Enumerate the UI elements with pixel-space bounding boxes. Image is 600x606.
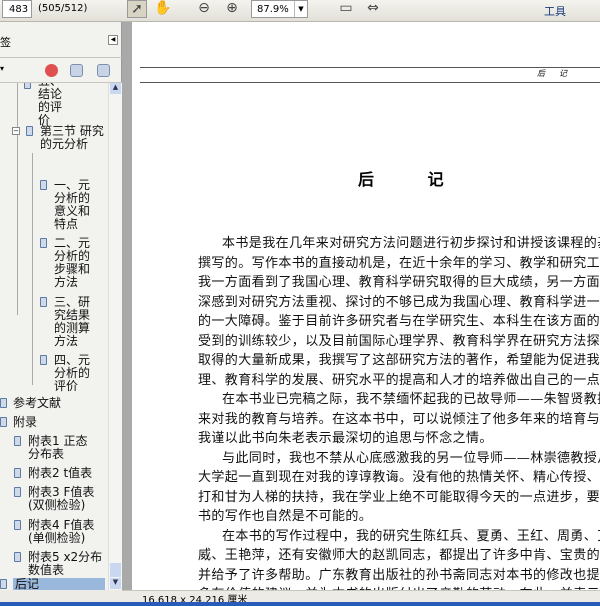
- bookmark-item[interactable]: 参考文献: [0, 397, 61, 410]
- header-rule: [140, 67, 600, 68]
- toolbar: 483 (505/512) ➚ ✋ ⊖ ⊕ 87.9% ▼ ▭ ⇔ 工具: [0, 0, 600, 22]
- bookmark-icon: [14, 487, 21, 497]
- text-line: 受到的训练较少，以及目前国际心理学界、教育科学界在研究方法探讨方面: [198, 333, 600, 349]
- text-line: 深感到对研究方法重视、探讨的不够已成为我国心理、教育科学进一步发展: [198, 294, 600, 310]
- scroll-down-button[interactable]: ▼: [110, 578, 121, 589]
- bookmark-item-selected[interactable]: 后记: [0, 578, 105, 590]
- bookmark-item[interactable]: 附录: [0, 416, 37, 429]
- bookmark-scrollbar[interactable]: ▲ ▼: [108, 83, 122, 590]
- bookmark-item[interactable]: 三、研究结果的测算方法: [40, 296, 92, 348]
- collapse-node-icon[interactable]: −: [12, 127, 20, 135]
- text-line: 的一大障碍。鉴于目前许多研究者与在学研究生、本科生在该方面的知识和: [198, 314, 600, 329]
- page-title: 后 记: [358, 170, 468, 189]
- tree-line: [32, 153, 33, 385]
- fit-page-icon[interactable]: ▭: [336, 0, 356, 18]
- bookmark-item[interactable]: 附表4 F值表(单侧检验): [14, 519, 104, 545]
- bookmark-item[interactable]: 二、元分析的步骤和方法: [40, 237, 92, 289]
- select-arrow-icon[interactable]: ➚: [127, 0, 147, 18]
- tools-button[interactable]: 工具: [544, 3, 566, 19]
- text-line: 在本书的写作过程中，我的研究生陈红兵、夏勇、王红、周勇、艾群: [222, 528, 600, 544]
- bookmark-icon: [14, 520, 21, 530]
- zoom-in-icon[interactable]: ⊕: [222, 0, 242, 18]
- header-rule: [140, 82, 600, 83]
- text-line: 与此同时，我也不禁从心底感激我的另一位导师——林崇德教授从我上: [222, 450, 600, 466]
- collapse-panel-button[interactable]: ◀: [108, 35, 118, 45]
- text-line: 书的写作也自然是不可能的。: [198, 509, 373, 524]
- bookmark-item[interactable]: 一、元分析的意义和特点: [40, 179, 92, 231]
- page-number-input[interactable]: 483: [2, 0, 32, 18]
- page-count: (505/512): [38, 3, 88, 14]
- text-line: 我一方面看到了我国心理、教育科学研究取得的巨大成绩，另一方面，也深: [198, 275, 600, 290]
- bookmark-item[interactable]: 五、结论的评价: [24, 83, 72, 127]
- bookmark-icon: [14, 552, 21, 562]
- text-line: 我谨以此书向朱老表示最深切的追思与怀念之情。: [198, 431, 493, 446]
- bookmark-icon: [40, 238, 47, 248]
- bookmark-item[interactable]: 附表5 x2分布数值表: [14, 551, 104, 577]
- options-dropdown-icon[interactable]: ▾: [0, 64, 4, 73]
- status-bar: 16.618 x 24.216 厘米: [122, 590, 600, 606]
- panel-title: 签: [0, 36, 11, 49]
- bookmark-icon: [0, 417, 7, 427]
- tree-line: [17, 83, 18, 315]
- text-line: 撰写的。写作本书的直接动机是，在近十余年的学习、教学和研究工作中，: [198, 255, 600, 271]
- zoom-dropdown-button[interactable]: ▼: [294, 1, 307, 17]
- bookmarks-panel: 签 ◀ ▾ 五、结论的评价 −第三节 研究的元分析 一、元分析的意义和特点 二、…: [0, 22, 122, 590]
- panel-header: 签 ◀: [0, 22, 122, 58]
- hand-icon[interactable]: ✋: [153, 0, 173, 18]
- scroll-up-button[interactable]: ▲: [110, 83, 121, 94]
- bookmark-icon: [0, 579, 7, 589]
- panel-splitter[interactable]: [122, 22, 132, 590]
- bookmark-tree: 五、结论的评价 −第三节 研究的元分析 一、元分析的意义和特点 二、元分析的步骤…: [0, 83, 108, 590]
- text-line: 取得的大量新成果，我撰写了这部研究方法的著作，希望能为促进我国心: [198, 353, 600, 368]
- text-line: 多有价值的建议，并为本书的出版付出了辛勤的劳动。在此一并表示衷心的: [198, 583, 600, 590]
- document-page: 后记 后 记 本书是我在几年来对研究方法问题进行初步探讨和讲授该课程的基础上撰写…: [132, 22, 600, 590]
- text-line: 本书是我在几年来对研究方法问题进行初步探讨和讲授该课程的基础上: [222, 236, 600, 251]
- text-line: 并给予了许多帮助。广东教育出版社的孙书斋同志对本书的修改也提出了许: [198, 567, 600, 583]
- bookmark-item[interactable]: 四、元分析的评价: [40, 354, 92, 393]
- bookmark-icon: [40, 297, 47, 307]
- text-line: 来对我的教育与培养。在这本书中，可以说倾注了他多年来的培育与教诲，: [198, 411, 600, 427]
- delete-bookmark-icon[interactable]: [45, 64, 58, 77]
- running-head: 后记: [537, 69, 581, 78]
- bookmark-item[interactable]: 附表1 正态分布表: [14, 435, 96, 461]
- new-bookmark-icon[interactable]: [70, 64, 83, 77]
- text-line: 打和甘为人梯的扶持，我在学业上绝不可能取得今天的一点进步，要完成本: [198, 489, 600, 505]
- bookmark-icon: [14, 436, 21, 446]
- bookmark-item[interactable]: 附表2 t值表: [14, 467, 100, 480]
- bookmark-icon: [14, 468, 21, 478]
- text-line: 威、王艳萍，还有安徽师大的赵凯同志，都提出了许多中肯、宝贵的意见，: [198, 548, 600, 563]
- zoom-out-icon[interactable]: ⊖: [194, 0, 214, 18]
- fit-width-icon[interactable]: ⇔: [363, 0, 383, 18]
- text-line: 理、教育科学的发展、研究水平的提高和人才的培养做出自己的一点努力。: [198, 372, 600, 388]
- bookmark-toolbar: ▾: [0, 59, 122, 83]
- text-line: 大学起一直到现在对我的谆谆教诲。没有他的热情关怀、精心传授、严格敲: [198, 470, 600, 485]
- bookmark-icon: [40, 180, 47, 190]
- bookmark-icon: [0, 398, 7, 408]
- bookmark-item[interactable]: 附表3 F值表(双侧检验): [14, 486, 104, 512]
- bookmark-icon: [40, 355, 47, 365]
- bookmark-icon: [24, 83, 31, 89]
- bookmark-icon: [26, 126, 33, 136]
- text-line: 在本书业已完稿之际，我不禁缅怀起我的已故导师——朱智贤教授多年: [222, 392, 600, 407]
- status-left: [0, 590, 122, 602]
- expand-bookmark-icon[interactable]: [97, 64, 110, 77]
- taskbar: [0, 602, 600, 606]
- scroll-thumb[interactable]: [110, 563, 121, 577]
- bookmark-item[interactable]: − 第三节 研究的元分析: [12, 125, 104, 151]
